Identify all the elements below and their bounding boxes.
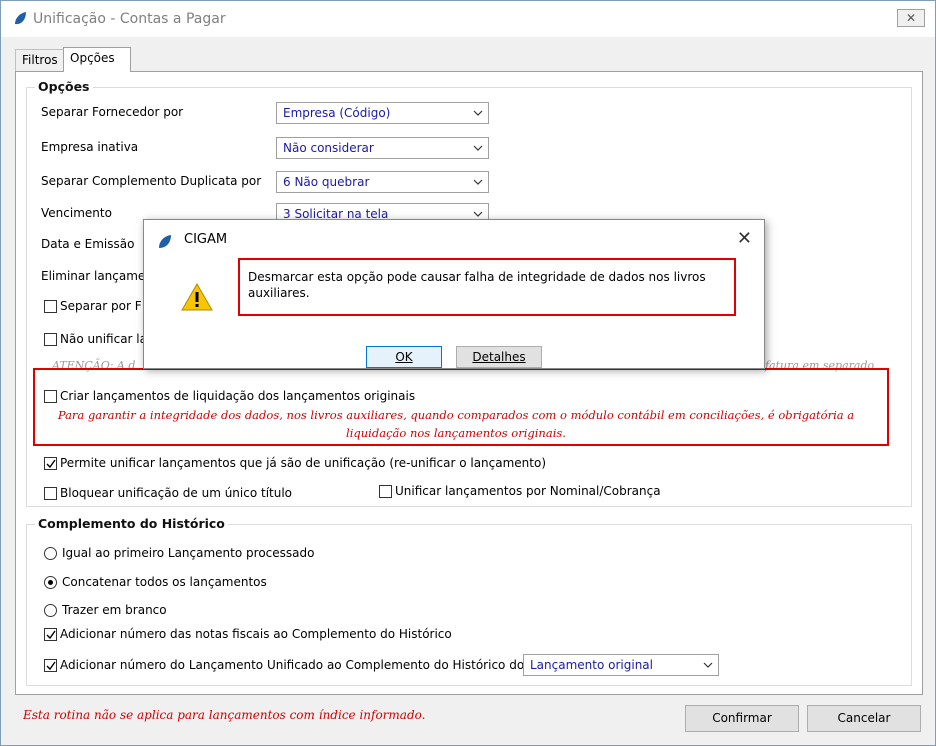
dialog-ok-button[interactable]: OK [366,346,442,368]
chevron-down-icon [473,179,483,185]
label-igual-primeiro: Igual ao primeiro Lançamento processado [62,546,315,560]
checkbox-separar[interactable] [44,300,57,313]
label-separar-fornecedor: Separar Fornecedor por [41,105,184,119]
dialog-message-highlight: Desmarcar esta opção pode causar falha d… [238,258,736,316]
label-trazer-branco: Trazer em branco [62,603,167,617]
dialog-details-button[interactable]: Detalhes [456,346,542,368]
combo-empresa-inativa[interactable]: Não considerar [276,137,489,159]
tab-opcoes[interactable]: Opções [63,47,131,72]
checkmark-icon [46,459,56,469]
radio-concatenar[interactable] [44,576,57,589]
cigam-dialog: CIGAM ✕ Desmarcar esta opção pode causar… [143,219,765,369]
confirm-button[interactable]: Confirmar [685,705,799,732]
window-close-button[interactable]: ✕ [897,9,925,27]
label-adicionar-notas: Adicionar número das notas fiscais ao Co… [60,627,452,641]
label-bloquear-unificacao: Bloquear unificação de um único título [60,486,293,500]
window-title: Unificação - Contas a Pagar [33,11,226,27]
cigam-logo-icon [159,235,171,248]
chevron-down-icon [473,145,483,151]
combo-value: 6 Não quebrar [283,175,370,189]
footer-note: Esta rotina não se aplica para lançament… [23,708,426,722]
label-separar-por: Separar por F [60,299,142,313]
main-window: Unificação - Contas a Pagar ✕ Filtros Op… [0,0,936,746]
label-adicionar-lancamento: Adicionar número do Lançamento Unificado… [60,658,525,672]
combo-value: Lançamento original [530,658,653,672]
tab-filtros[interactable]: Filtros [15,49,65,71]
title-bar: Unificação - Contas a Pagar ✕ [1,1,935,37]
combo-separar-complemento[interactable]: 6 Não quebrar [276,171,489,193]
checkmark-icon [46,630,56,640]
label-data-emissao: Data e Emissão [41,237,135,251]
checkbox-permite-reunificar[interactable] [44,457,57,470]
chevron-down-icon [703,662,713,668]
combo-historico-origem[interactable]: Lançamento original [523,654,719,676]
historico-group: Complemento do Histórico Igual ao primei… [26,516,912,686]
radio-trazer-branco[interactable] [44,604,57,617]
combo-value: Empresa (Código) [283,106,391,120]
options-group-title: Opções [35,79,93,94]
label-eliminar-lancamentos: Eliminar lançame [41,269,146,283]
checkbox-adicionar-lancamento[interactable] [44,659,57,672]
combo-value: Não considerar [283,141,374,155]
historico-group-title: Complemento do Histórico [35,516,228,531]
label-nao-unificar: Não unificar la [60,332,147,346]
label-vencimento: Vencimento [41,206,112,220]
radio-igual-primeiro[interactable] [44,547,57,560]
label-separar-complemento: Separar Complemento Duplicata por [41,174,262,188]
label-unificar-nominal: Unificar lançamentos por Nominal/Cobranç… [395,484,661,498]
chevron-down-icon [473,110,483,116]
warning-icon [181,282,213,311]
dialog-title: CIGAM [184,232,228,247]
highlight-box-criar-lancamentos [33,368,889,446]
checkbox-adicionar-notas[interactable] [44,628,57,641]
label-empresa-inativa: Empresa inativa [41,140,139,154]
checkbox-nao-unificar[interactable] [44,333,57,346]
label-permite-reunificar: Permite unificar lançamentos que já são … [60,456,547,470]
combo-separar-fornecedor[interactable]: Empresa (Código) [276,102,489,124]
dialog-message: Desmarcar esta opção pode causar falha d… [248,270,706,300]
cancel-button[interactable]: Cancelar [807,705,921,732]
checkbox-unificar-nominal[interactable] [379,485,392,498]
checkmark-icon [46,661,56,671]
dialog-close-icon[interactable]: ✕ [737,228,752,249]
label-concatenar: Concatenar todos os lançamentos [62,575,267,589]
checkbox-bloquear-unificacao[interactable] [44,487,57,500]
app-logo-icon [15,12,26,25]
